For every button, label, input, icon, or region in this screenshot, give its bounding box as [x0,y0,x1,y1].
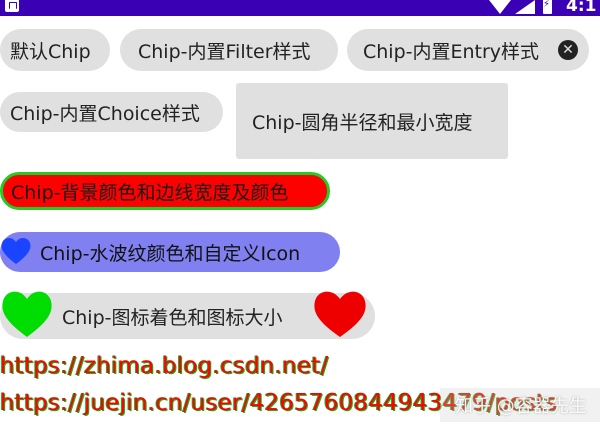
chip-label: Chip-图标着色和图标大小 [62,306,283,329]
chip-icon-tint[interactable]: Chip-图标着色和图标大小 [0,291,375,339]
chip-ripple-icon[interactable]: Chip-水波纹颜色和自定义Icon [0,232,340,272]
wifi-icon [489,0,511,14]
chip-filter[interactable]: Chip-内置Filter样式 [120,29,338,71]
chip-corner-radius[interactable]: Chip-圆角半径和最小宽度 [236,83,508,159]
link-csdn-blog[interactable]: https://zhima.blog.csdn.net/ [0,353,328,379]
status-time: 4:1 [566,0,597,16]
chip-label: Chip-水波纹颜色和自定义Icon [40,242,301,265]
battery-charging-icon [543,0,552,14]
app-notification-icon [5,0,19,12]
chip-entry[interactable]: Chip-内置Entry样式 ✕ [347,29,589,71]
heart-icon [1,237,31,264]
chip-label: Chip-内置Entry样式 [363,40,540,63]
chip-label: Chip-内置Filter样式 [138,40,311,63]
chip-label: 默认Chip [10,40,91,63]
status-bar: 4:1 [0,0,600,16]
signal-icon [515,0,535,14]
chip-label: Chip-背景颜色和边线宽度及颜色 [11,181,289,204]
heart-close-icon[interactable] [312,287,368,341]
chip-label: Chip-内置Choice样式 [10,102,200,125]
close-icon[interactable]: ✕ [558,40,578,60]
watermark: 知乎 @容器先生 [455,396,587,417]
chip-choice[interactable]: Chip-内置Choice样式 [0,92,223,132]
chip-label: Chip-圆角半径和最小宽度 [252,111,473,134]
chip-default[interactable]: 默认Chip [0,29,110,71]
heart-icon [2,291,52,337]
chip-background-stroke[interactable]: Chip-背景颜色和边线宽度及颜色 [0,172,330,210]
